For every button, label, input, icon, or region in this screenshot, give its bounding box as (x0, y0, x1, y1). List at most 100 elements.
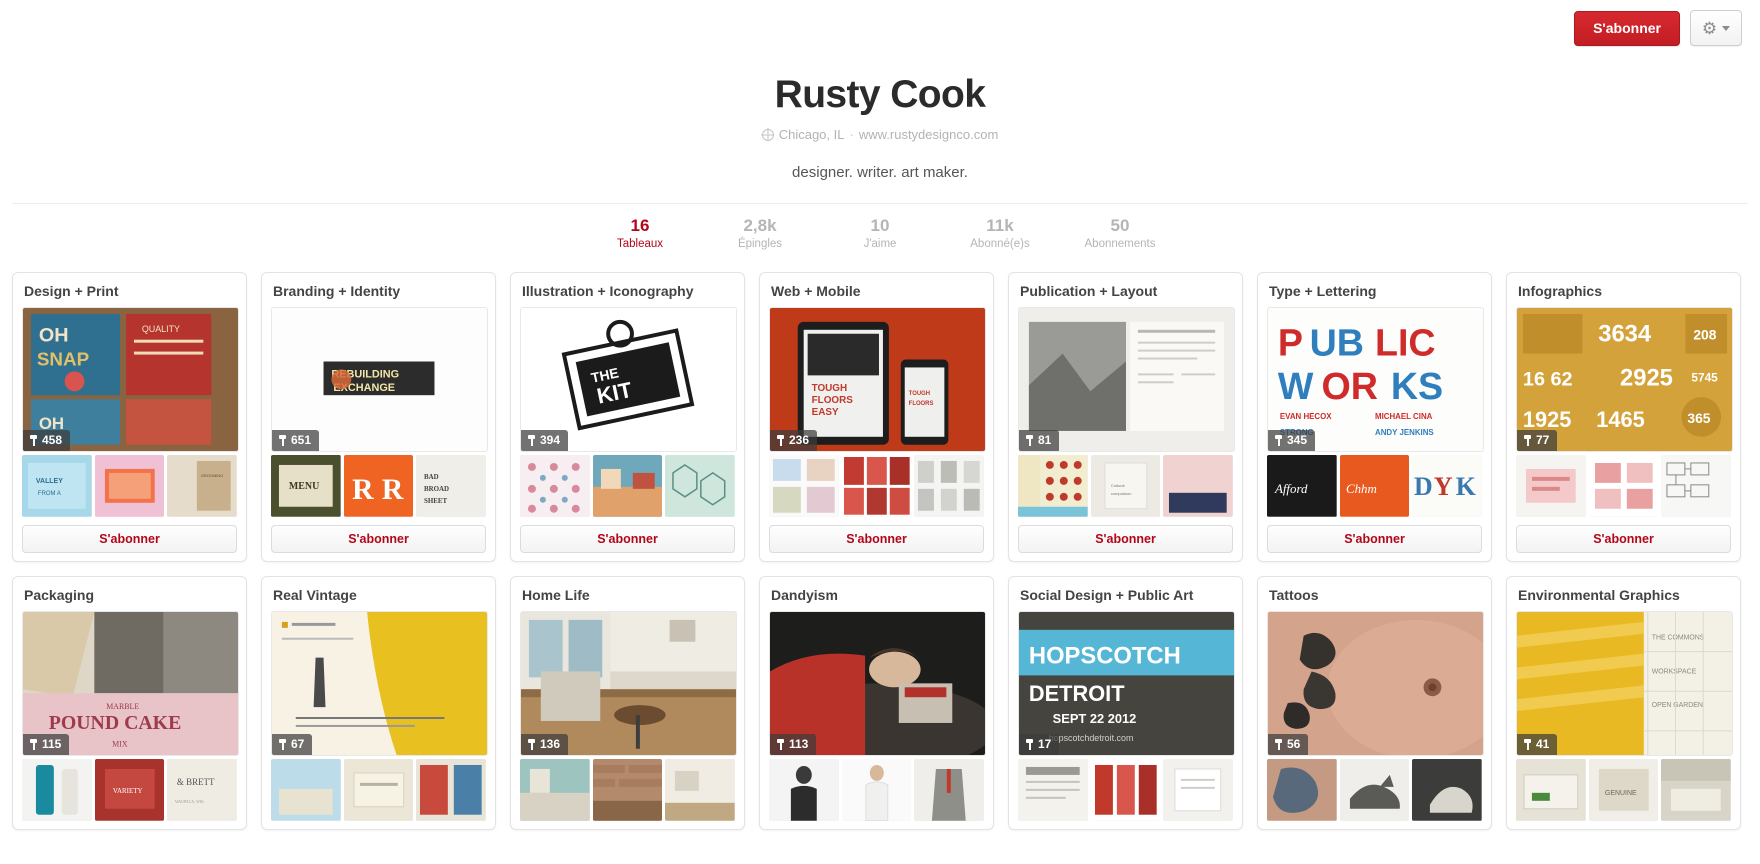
board-cover-image[interactable]: HOPSCOTCH DETROIT SEPT 22 2012 hopscotchdet… (1018, 611, 1235, 757)
board-card[interactable]: Tattoos 56 (1257, 576, 1492, 831)
board-title[interactable]: Illustration + Iconography (522, 283, 733, 299)
board-card[interactable]: Environmental Graphics THE COMMONS WORKSPA… (1506, 576, 1741, 831)
board-thumbnail[interactable]: Afford (1267, 455, 1337, 518)
board-title[interactable]: Design + Print (24, 283, 235, 299)
board-title[interactable]: Tattoos (1269, 587, 1480, 603)
follow-user-button[interactable]: S'abonner (1574, 10, 1680, 46)
board-thumbnail[interactable] (1163, 455, 1234, 518)
board-thumbnail[interactable] (1661, 759, 1732, 822)
board-card[interactable]: Web + Mobile TOUGH FLOORS EASY TOUGH FLOORS 23… (759, 272, 994, 563)
board-title[interactable]: Social Design + Public Art (1020, 587, 1231, 603)
stat-tableaux[interactable]: 16 Tableaux (580, 216, 700, 250)
board-thumbnail[interactable] (94, 455, 165, 518)
board-title[interactable]: Dandyism (771, 587, 982, 603)
board-thumbnail[interactable] (520, 759, 590, 822)
profile-settings-dropdown[interactable]: ⚙ (1690, 10, 1742, 46)
board-card[interactable]: Social Design + Public Art HOPSCOTCH DETRO… (1008, 576, 1243, 831)
board-thumbnail[interactable] (914, 759, 985, 822)
board-thumbnail[interactable] (343, 759, 414, 822)
board-cover-image[interactable]: 3634 208 16 62 2925 5745 1925 1465 365 77 (1516, 307, 1733, 453)
board-thumbnail[interactable]: & BRETT WAUPACA, WIS. (167, 759, 238, 822)
board-thumbnail[interactable] (914, 455, 985, 518)
board-thumbnail[interactable] (271, 759, 341, 822)
board-card[interactable]: Dandyism 113 (759, 576, 994, 831)
board-thumbnail[interactable] (1090, 759, 1161, 822)
board-title[interactable]: Web + Mobile (771, 283, 982, 299)
board-cover-image[interactable]: OH SNAP QUALITY OH 458 (22, 307, 239, 453)
board-thumbnail[interactable]: BAD BROAD SHEET (416, 455, 487, 518)
board-follow-button[interactable]: S'abonner (520, 525, 735, 554)
board-follow-button[interactable]: S'abonner (1516, 525, 1731, 554)
board-thumbnail[interactable]: Cultural comparison (1090, 455, 1161, 518)
board-thumbnail[interactable]: VARIETY (94, 759, 165, 822)
board-follow-button[interactable]: S'abonner (769, 525, 984, 554)
board-cover-image[interactable]: REBUILDING EXCHANGE 651 (271, 307, 488, 453)
board-title[interactable]: Infographics (1518, 283, 1729, 299)
board-thumbnail[interactable] (769, 759, 839, 822)
board-thumbnail[interactable] (1339, 759, 1410, 822)
board-title[interactable]: Packaging (24, 587, 235, 603)
board-title[interactable]: Home Life (522, 587, 733, 603)
board-card[interactable]: Infographics 3634 208 16 62 2925 5745 1925 1465… (1506, 272, 1741, 563)
board-card[interactable]: Branding + Identity REBUILDING EXCHANGE 651… (261, 272, 496, 563)
board-thumbnail[interactable] (592, 759, 663, 822)
board-card[interactable]: Illustration + Iconography THE KIT 394 S'abo… (510, 272, 745, 563)
board-card[interactable]: Home Life 136 (510, 576, 745, 831)
board-thumbnail[interactable] (769, 455, 839, 518)
board-thumbnail[interactable]: RR (343, 455, 414, 518)
stat-pingles[interactable]: 2,8k Épingles (700, 216, 820, 250)
board-thumbnail[interactable] (1267, 759, 1337, 822)
board-card[interactable]: Real Vintage 67 (261, 576, 496, 831)
board-card[interactable]: Packaging POUND CAKE MARBLE MIX 115 VARIETY & … (12, 576, 247, 831)
svg-text:2925: 2925 (1620, 365, 1673, 392)
board-thumbnail[interactable] (520, 455, 590, 518)
board-thumbnail[interactable] (841, 759, 912, 822)
board-thumbnail[interactable] (841, 455, 912, 518)
board-title[interactable]: Publication + Layout (1020, 283, 1231, 299)
board-thumbnail[interactable]: VALLEY FROM A (22, 455, 92, 518)
board-thumbnail[interactable]: Chhm (1339, 455, 1410, 518)
board-cover-image[interactable]: THE COMMONS WORKSPACE OPEN GARDEN 41 (1516, 611, 1733, 757)
board-thumbnail[interactable] (1516, 759, 1586, 822)
board-title[interactable]: Branding + Identity (273, 283, 484, 299)
board-card[interactable]: Design + Print OH SNAP QUALITY OH 458 VALLEY FR… (12, 272, 247, 563)
board-cover-image[interactable]: 56 (1267, 611, 1484, 757)
board-follow-button[interactable]: S'abonner (1267, 525, 1482, 554)
board-title[interactable]: Environmental Graphics (1518, 587, 1729, 603)
board-thumbnail[interactable] (22, 759, 92, 822)
board-follow-button[interactable]: S'abonner (1018, 525, 1233, 554)
board-thumbnail[interactable] (1018, 759, 1088, 822)
board-title[interactable]: Real Vintage (273, 587, 484, 603)
profile-website-link[interactable]: www.rustydesignco.com (859, 127, 998, 142)
stat-j-aime[interactable]: 10 J'aime (820, 216, 940, 250)
board-thumbnail[interactable] (1516, 455, 1586, 518)
board-card[interactable]: Type + Lettering P UB LIC W OR KS EVAN HECOX MIC… (1257, 272, 1492, 563)
board-thumbnail[interactable] (1412, 759, 1483, 822)
board-thumbnail[interactable] (1588, 455, 1659, 518)
board-thumbnail[interactable] (592, 455, 663, 518)
board-thumbnail[interactable] (1163, 759, 1234, 822)
board-cover-image[interactable]: THE KIT 394 (520, 307, 737, 453)
board-thumbnail[interactable]: MENU (271, 455, 341, 518)
board-card[interactable]: Publication + Layout 81 Cultural comparison… (1008, 272, 1243, 563)
board-thumbnail[interactable] (1018, 455, 1088, 518)
board-thumbnail[interactable]: DYK (1412, 455, 1483, 518)
board-cover-image[interactable]: 136 (520, 611, 737, 757)
board-cover-image[interactable]: PUBLICWORKSEVAN HECOXMICHAEL CINASTRONGA… (1267, 307, 1484, 453)
board-thumbnail[interactable]: GROOMING (167, 455, 238, 518)
board-cover-image[interactable]: TOUGH FLOORS EASY TOUGH FLOORS 236 (769, 307, 986, 453)
board-cover-image[interactable]: 113 (769, 611, 986, 757)
board-thumbnail[interactable] (416, 759, 487, 822)
stat-abonnements[interactable]: 50 Abonnements (1060, 216, 1180, 250)
board-cover-image[interactable]: 81 (1018, 307, 1235, 453)
board-thumbnail[interactable]: GENUINE (1588, 759, 1659, 822)
board-cover-image[interactable]: POUND CAKE MARBLE MIX 115 (22, 611, 239, 757)
board-follow-button[interactable]: S'abonner (271, 525, 486, 554)
board-thumbnail[interactable] (1661, 455, 1732, 518)
board-follow-button[interactable]: S'abonner (22, 525, 237, 554)
board-thumbnail[interactable] (665, 455, 736, 518)
stat-abonn-e-s[interactable]: 11k Abonné(e)s (940, 216, 1060, 250)
board-cover-image[interactable]: 67 (271, 611, 488, 757)
board-thumbnail[interactable] (665, 759, 736, 822)
board-title[interactable]: Type + Lettering (1269, 283, 1480, 299)
